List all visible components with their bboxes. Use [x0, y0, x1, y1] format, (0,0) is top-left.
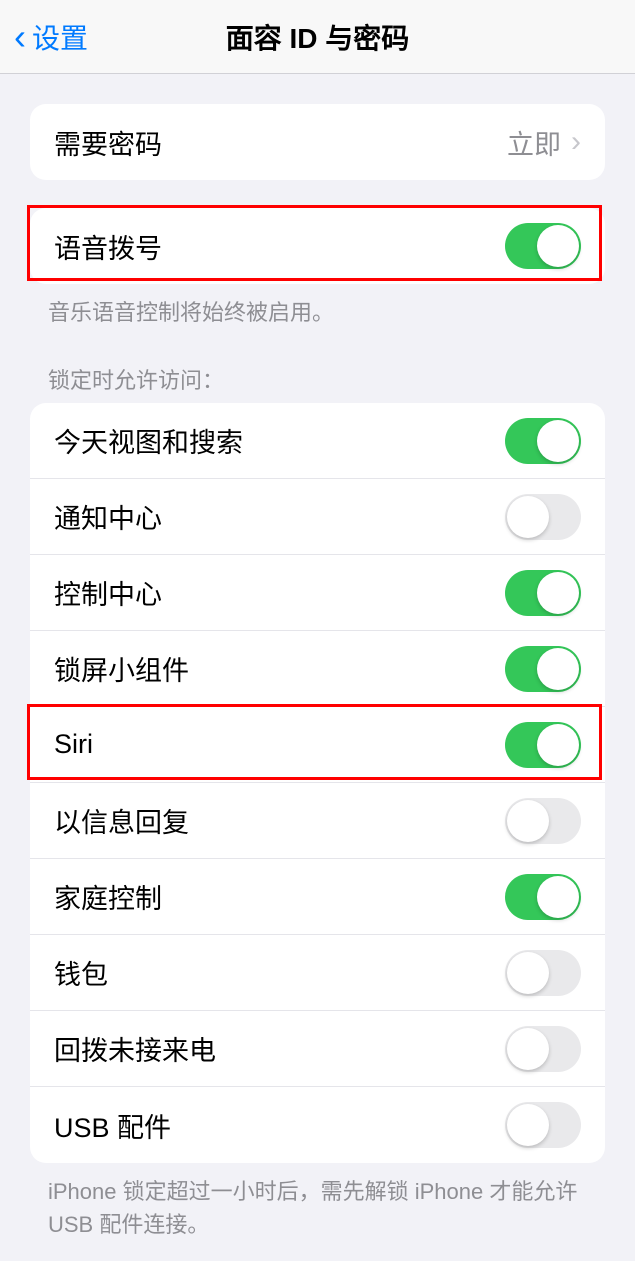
lock-access-toggle[interactable]: [505, 1026, 581, 1072]
lock-access-toggle[interactable]: [505, 418, 581, 464]
voice-dial-label: 语音拨号: [54, 227, 162, 266]
lock-access-label: 锁屏小组件: [54, 649, 189, 688]
toggle-knob: [507, 800, 549, 842]
lock-access-label: 通知中心: [54, 497, 162, 536]
lock-access-label: 控制中心: [54, 573, 162, 612]
lock-access-header: 锁定时允许访问：: [48, 363, 587, 395]
lock-access-row: 控制中心: [30, 555, 605, 631]
lock-access-toggle[interactable]: [505, 646, 581, 692]
lock-access-row: 家庭控制: [30, 859, 605, 935]
back-button[interactable]: ‹ 设置: [0, 17, 88, 57]
lock-access-row: 通知中心: [30, 479, 605, 555]
toggle-knob: [537, 724, 579, 766]
voice-dial-section: 语音拨号: [0, 208, 635, 284]
lock-access-label: 以信息回复: [54, 801, 189, 840]
lock-access-row: 以信息回复: [30, 783, 605, 859]
lock-access-section: 今天视图和搜索通知中心控制中心锁屏小组件 Siri 以信息回复家庭控制钱包回拨未接来…: [0, 403, 635, 1163]
require-passcode-label: 需要密码: [54, 123, 162, 162]
content: 需要密码 立即 › 语音拨号 音乐语音控制将始终被启用。 锁定时允许访问： 今天…: [0, 104, 635, 1261]
lock-access-toggle[interactable]: [505, 798, 581, 844]
lock-access-row: USB 配件: [30, 1087, 605, 1163]
lock-access-toggle[interactable]: [505, 1102, 581, 1148]
lock-access-label: 回拨未接来电: [54, 1029, 216, 1068]
require-passcode-group: 需要密码 立即 ›: [30, 104, 605, 180]
back-label: 设置: [32, 17, 88, 57]
lock-access-label: 今天视图和搜索: [54, 421, 243, 460]
lock-access-label: 家庭控制: [54, 877, 162, 916]
toggle-knob: [537, 225, 579, 267]
chevron-left-icon: ‹: [14, 19, 26, 55]
lock-access-label: Siri: [54, 729, 93, 760]
lock-access-footer: iPhone 锁定超过一小时后，需先解锁 iPhone 才能允许 USB 配件连…: [48, 1175, 587, 1241]
toggle-knob: [507, 952, 549, 994]
require-passcode-row[interactable]: 需要密码 立即 ›: [30, 104, 605, 180]
toggle-knob: [507, 496, 549, 538]
lock-access-row: 今天视图和搜索: [30, 403, 605, 479]
lock-access-row: 回拨未接来电: [30, 1011, 605, 1087]
lock-access-toggle[interactable]: [505, 570, 581, 616]
navbar: ‹ 设置 面容 ID 与密码: [0, 0, 635, 74]
page-title: 面容 ID 与密码: [0, 17, 635, 57]
lock-access-toggle[interactable]: [505, 494, 581, 540]
lock-access-row: Siri: [30, 707, 605, 783]
lock-access-toggle[interactable]: [505, 950, 581, 996]
voice-dial-row: 语音拨号: [30, 208, 605, 284]
toggle-knob: [507, 1028, 549, 1070]
toggle-knob: [537, 648, 579, 690]
lock-access-label: USB 配件: [54, 1106, 171, 1145]
lock-access-row: 钱包: [30, 935, 605, 1011]
lock-access-toggle[interactable]: [505, 722, 581, 768]
toggle-knob: [537, 420, 579, 462]
lock-access-row: 锁屏小组件: [30, 631, 605, 707]
toggle-knob: [537, 572, 579, 614]
lock-access-label: 钱包: [54, 953, 108, 992]
lock-access-group: 今天视图和搜索通知中心控制中心锁屏小组件 Siri 以信息回复家庭控制钱包回拨未接来…: [30, 403, 605, 1163]
require-passcode-value: 立即 ›: [507, 123, 581, 162]
voice-dial-footer: 音乐语音控制将始终被启用。: [48, 296, 587, 329]
voice-dial-toggle[interactable]: [505, 223, 581, 269]
lock-access-toggle[interactable]: [505, 874, 581, 920]
chevron-right-icon: ›: [571, 125, 581, 159]
voice-dial-group: 语音拨号: [30, 208, 605, 284]
toggle-knob: [507, 1104, 549, 1146]
toggle-knob: [537, 876, 579, 918]
